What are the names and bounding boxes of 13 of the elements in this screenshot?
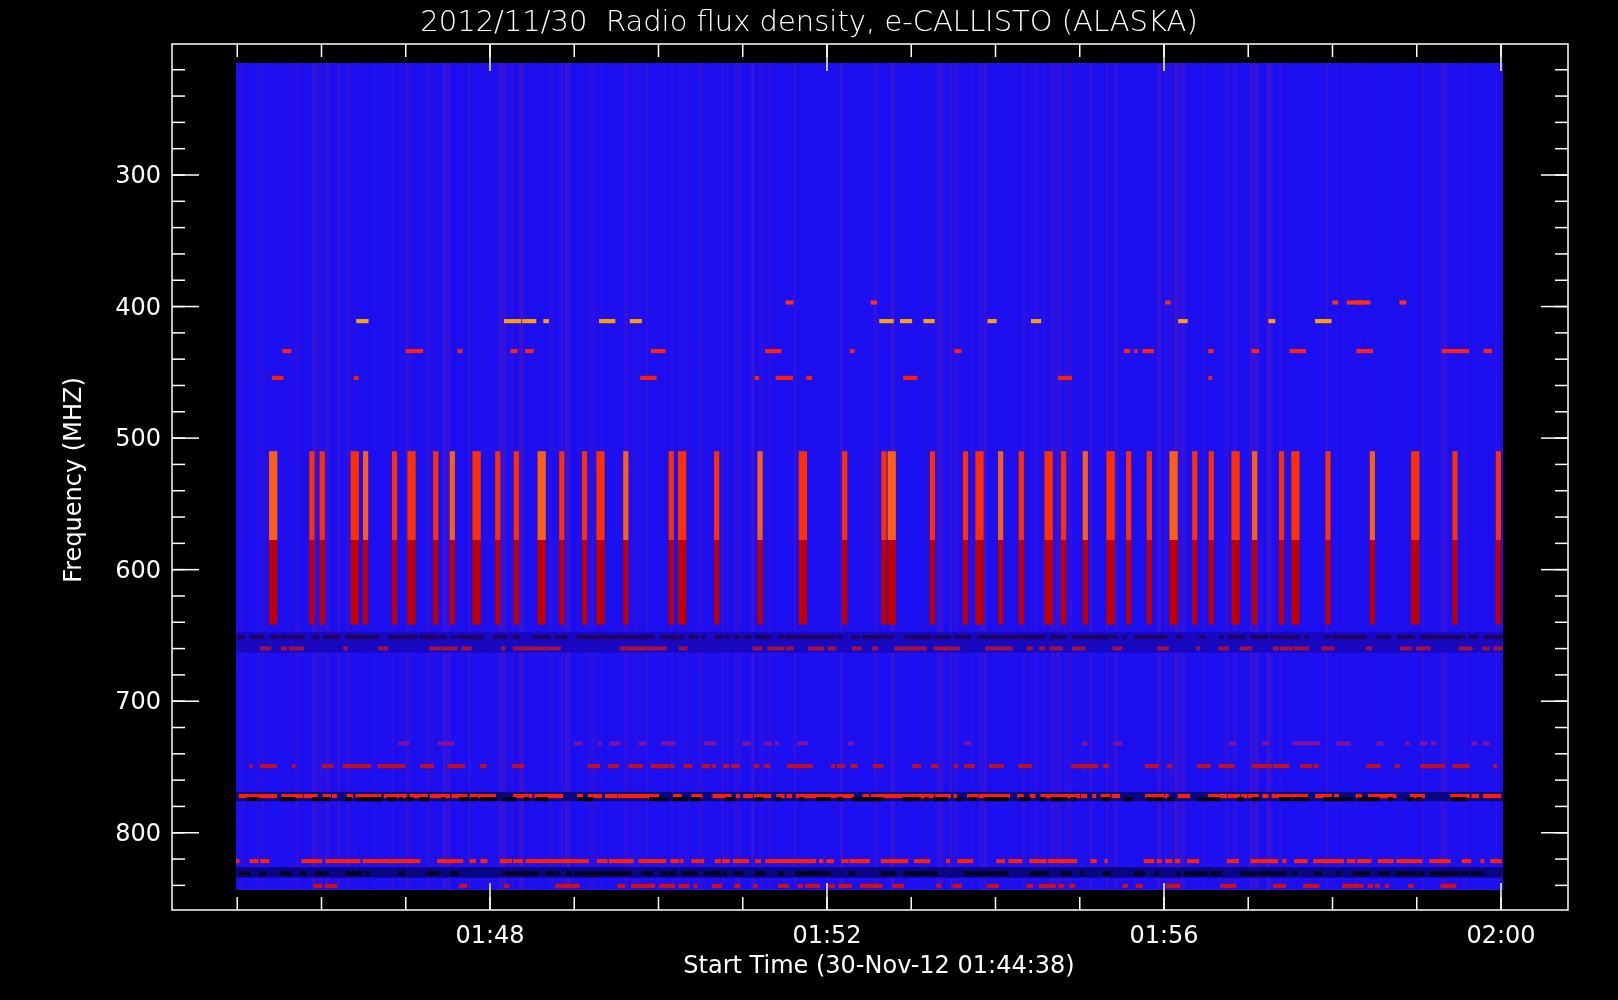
chart-title: 2012/11/30 Radio flux density, e-CALLISTO (ALASKA) [420,3,1198,40]
x-tick-label: 01:56 [1128,921,1200,949]
y-axis-label: Frequency (MHZ) [59,376,87,585]
y-tick-label: 800 [114,818,161,847]
x-tick-label: 01:48 [454,921,526,949]
x-tick-label: 01:52 [791,921,863,949]
y-tick-label: 700 [114,687,161,716]
y-tick-label: 500 [114,424,161,453]
y-tick-label: 400 [114,292,161,321]
y-tick-label: 300 [114,161,161,189]
y-tick-label: 600 [114,555,161,584]
x-tick-label: 02:00 [1465,921,1537,949]
x-axis-label: Start Time (30-Nov-12 01:44:38) [683,951,1075,979]
